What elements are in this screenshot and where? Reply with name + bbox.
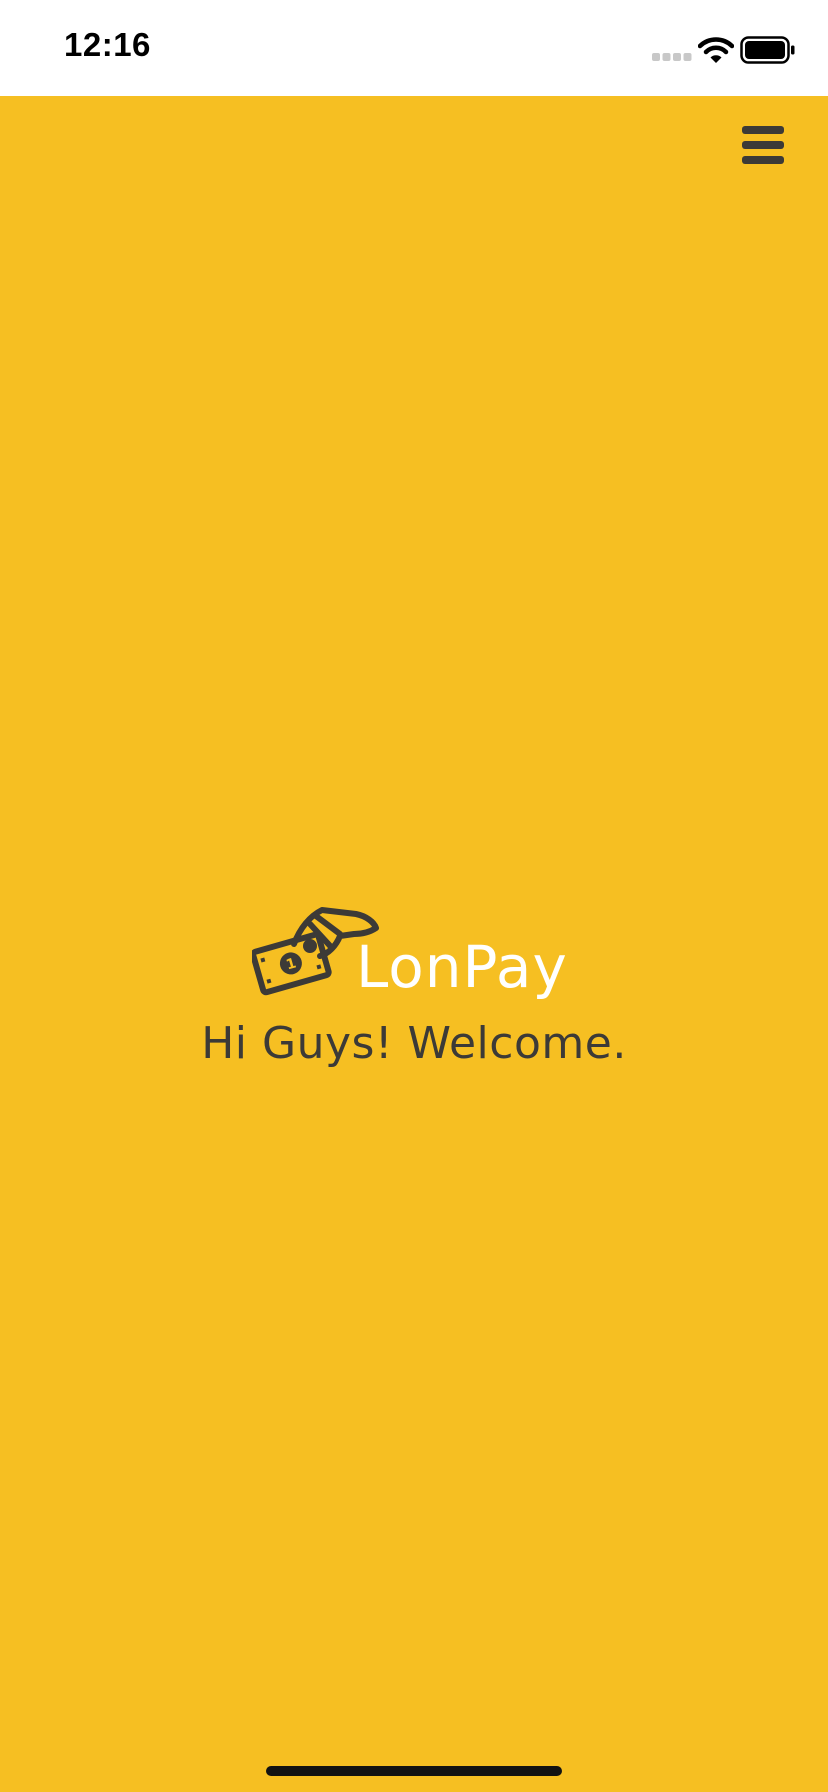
battery-icon	[740, 36, 795, 64]
wifi-icon	[698, 37, 734, 63]
hamburger-menu-button[interactable]	[742, 126, 788, 168]
welcome-screen: 1 LonPay Hi Guys! Welcome.	[0, 96, 828, 1792]
menu-icon-line	[742, 141, 784, 149]
brand-lockup: 1 LonPay	[0, 902, 828, 1012]
status-bar: 12:16	[0, 0, 828, 96]
welcome-message: Hi Guys! Welcome.	[201, 1018, 627, 1069]
menu-icon-line	[742, 156, 784, 164]
cellular-signal-icon	[652, 53, 692, 61]
status-time: 12:16	[64, 26, 151, 63]
home-indicator[interactable]	[266, 1766, 562, 1776]
menu-icon-line	[742, 126, 784, 134]
app-name: LonPay	[356, 933, 568, 1001]
